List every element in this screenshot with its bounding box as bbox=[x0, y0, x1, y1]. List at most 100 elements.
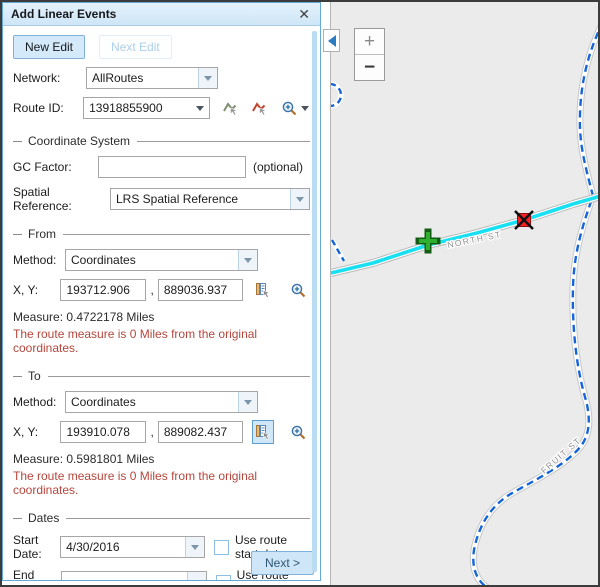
gc-factor-label: GC Factor: bbox=[13, 160, 98, 174]
map-zoom-control: + − bbox=[354, 28, 385, 81]
app-window: NORTH ST FRUIT ST + − Add Linear Events … bbox=[0, 0, 600, 587]
chevron-down-icon bbox=[296, 197, 304, 202]
map-graphics: NORTH ST FRUIT ST bbox=[331, 2, 600, 587]
coordinate-system-section-header: Coordinate System bbox=[13, 134, 310, 148]
dates-section-header: Dates bbox=[13, 511, 310, 525]
spatial-reference-label: Spatial Reference: bbox=[13, 185, 110, 213]
to-section-header: To bbox=[13, 369, 310, 383]
new-edit-button[interactable]: New Edit bbox=[13, 35, 85, 59]
chevron-down-icon bbox=[244, 400, 252, 405]
coordinate-picker-icon bbox=[255, 282, 271, 298]
panel-collapse-button[interactable] bbox=[323, 29, 340, 52]
to-x-input[interactable] bbox=[60, 421, 146, 443]
chevron-down-icon bbox=[193, 580, 201, 582]
route-id-combo[interactable]: 13918855900 bbox=[83, 97, 210, 119]
start-date-label: Start Date: bbox=[13, 533, 60, 561]
divider bbox=[13, 376, 22, 377]
from-y-input[interactable] bbox=[158, 279, 243, 301]
dates-heading: Dates bbox=[28, 511, 59, 525]
zoom-to-route-button[interactable] bbox=[279, 96, 310, 120]
end-date-dropdown-button[interactable] bbox=[187, 572, 206, 581]
network-label: Network: bbox=[13, 71, 86, 85]
chevron-left-icon bbox=[328, 35, 336, 47]
minus-icon: − bbox=[364, 57, 375, 79]
magnifier-plus-icon bbox=[290, 424, 307, 441]
network-value: AllRoutes bbox=[87, 68, 198, 88]
spatial-reference-select[interactable]: LRS Spatial Reference bbox=[110, 188, 310, 210]
to-warning-text: The route measure is 0 Miles from the or… bbox=[13, 469, 310, 497]
route-select-red-icon bbox=[251, 100, 268, 117]
panel-scrollbar[interactable] bbox=[312, 31, 317, 572]
map-canvas[interactable]: NORTH ST FRUIT ST bbox=[330, 2, 598, 585]
from-pick-on-map-button[interactable] bbox=[252, 278, 274, 302]
next-button[interactable]: Next > bbox=[251, 551, 314, 575]
stream-arc-casing bbox=[331, 84, 341, 106]
zoom-in-button[interactable]: + bbox=[355, 29, 384, 55]
zoom-out-button[interactable]: − bbox=[355, 55, 384, 80]
end-date-label: End Date: bbox=[13, 568, 61, 581]
comma-separator: , bbox=[150, 283, 153, 297]
coordinate-picker-icon bbox=[255, 424, 271, 440]
to-point-marker bbox=[515, 211, 533, 229]
route-select-icon bbox=[222, 100, 239, 117]
to-pick-on-map-button[interactable] bbox=[252, 420, 274, 444]
gc-factor-input[interactable] bbox=[98, 156, 246, 178]
to-method-dropdown-button[interactable] bbox=[238, 392, 257, 412]
start-date-dropdown-button[interactable] bbox=[185, 537, 204, 557]
stream-fragment bbox=[332, 240, 344, 261]
end-date-value bbox=[62, 572, 187, 581]
divider bbox=[13, 518, 22, 519]
from-zoom-to-point-button[interactable] bbox=[288, 278, 310, 302]
end-date-combo[interactable] bbox=[61, 571, 207, 581]
start-date-combo[interactable]: 4/30/2016 bbox=[60, 536, 205, 558]
route-id-dropdown-button[interactable] bbox=[191, 98, 209, 118]
to-xy-label: X, Y: bbox=[13, 425, 60, 439]
from-method-label: Method: bbox=[13, 253, 65, 267]
chevron-down-icon bbox=[191, 545, 199, 550]
panel-title: Add Linear Events bbox=[11, 7, 296, 21]
coordinate-system-heading: Coordinate System bbox=[28, 134, 130, 148]
divider bbox=[63, 234, 310, 235]
chevron-down-icon bbox=[196, 106, 204, 111]
route-id-label: Route ID: bbox=[13, 101, 83, 115]
to-zoom-to-point-button[interactable] bbox=[288, 420, 310, 444]
divider bbox=[137, 141, 310, 142]
spatial-reference-value: LRS Spatial Reference bbox=[111, 189, 290, 209]
from-heading: From bbox=[28, 227, 56, 241]
use-route-start-date-checkbox[interactable] bbox=[214, 540, 229, 555]
panel-titlebar: Add Linear Events ✕ bbox=[3, 3, 320, 26]
to-method-select[interactable]: Coordinates bbox=[65, 391, 258, 413]
divider bbox=[13, 141, 22, 142]
magnifier-plus-icon bbox=[281, 100, 298, 117]
plus-icon: + bbox=[364, 31, 375, 53]
from-method-value: Coordinates bbox=[66, 250, 238, 270]
river-casing bbox=[473, 22, 600, 587]
to-heading: To bbox=[28, 369, 41, 383]
chevron-down-icon bbox=[301, 106, 309, 111]
panel-content: New Edit Next Edit Network: AllRoutes Ro… bbox=[3, 26, 320, 581]
close-icon[interactable]: ✕ bbox=[296, 6, 312, 23]
use-route-end-date-checkbox[interactable] bbox=[216, 575, 231, 582]
network-dropdown-button[interactable] bbox=[198, 68, 217, 88]
magnifier-plus-icon bbox=[290, 282, 307, 299]
to-y-input[interactable] bbox=[158, 421, 243, 443]
divider bbox=[48, 376, 310, 377]
to-method-label: Method: bbox=[13, 395, 65, 409]
divider bbox=[66, 518, 310, 519]
from-method-dropdown-button[interactable] bbox=[238, 250, 257, 270]
from-method-select[interactable]: Coordinates bbox=[65, 249, 258, 271]
divider bbox=[13, 234, 22, 235]
to-method-value: Coordinates bbox=[66, 392, 238, 412]
from-x-input[interactable] bbox=[60, 279, 146, 301]
comma-separator: , bbox=[150, 425, 153, 439]
to-measure-text: Measure: 0.5981801 Miles bbox=[13, 452, 310, 466]
clear-route-selection-button[interactable] bbox=[248, 96, 271, 120]
optional-note: (optional) bbox=[253, 160, 303, 174]
select-route-on-map-button[interactable] bbox=[219, 96, 242, 120]
chevron-down-icon bbox=[244, 258, 252, 263]
network-select[interactable]: AllRoutes bbox=[86, 67, 218, 89]
next-edit-button: Next Edit bbox=[99, 35, 172, 59]
route-id-value: 13918855900 bbox=[84, 98, 191, 118]
spatial-reference-dropdown-button[interactable] bbox=[290, 189, 309, 209]
chevron-down-icon bbox=[204, 76, 212, 81]
